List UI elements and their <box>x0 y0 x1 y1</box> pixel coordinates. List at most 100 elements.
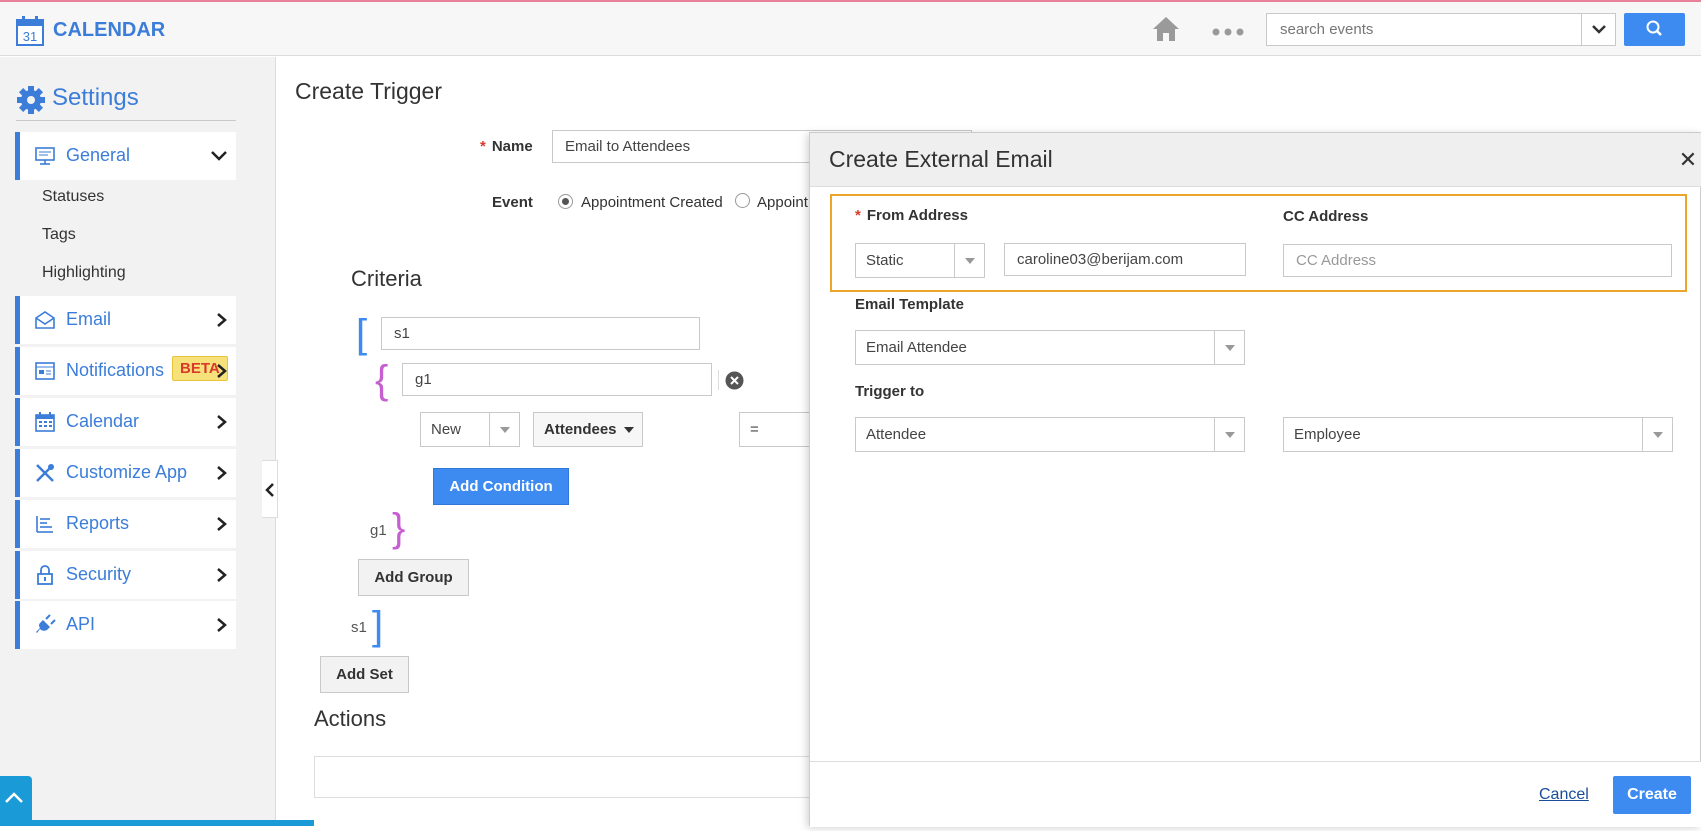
calendar-icon <box>35 412 55 432</box>
chevron-right-icon <box>217 517 227 531</box>
sidebar-item-label: Reports <box>66 513 130 533</box>
cc-address-label: CC Address <box>1283 208 1369 225</box>
settings-title: Settings <box>52 84 139 111</box>
chevron-up-icon <box>5 792 23 803</box>
caret-down-icon <box>624 427 634 433</box>
calendar-logo-icon[interactable]: 31 <box>16 16 44 46</box>
gear-icon <box>17 86 45 114</box>
sidebar-subitem-highlighting[interactable]: Highlighting <box>42 264 126 282</box>
group-name-field[interactable]: g1 <box>402 363 712 396</box>
more-options-icon[interactable] <box>1212 28 1244 36</box>
divider <box>718 370 719 390</box>
dialog-header: Create External Email ✕ <box>810 133 1701 187</box>
dropdown-arrow-icon <box>1214 418 1244 451</box>
condition-field-select[interactable]: New <box>420 412 520 447</box>
criteria-title: Criteria <box>351 266 422 291</box>
condition-operator-value: = <box>750 421 759 438</box>
from-type-value: Static <box>866 252 904 269</box>
group-close-brace: } <box>392 506 406 550</box>
email-template-select[interactable]: Email Attendee <box>855 330 1245 365</box>
app-title[interactable]: CALENDAR <box>53 19 165 42</box>
actions-panel <box>314 756 814 798</box>
event-radio-other[interactable] <box>735 193 750 208</box>
from-type-select[interactable]: Static <box>855 243 985 278</box>
sidebar-item-label: Security <box>66 564 132 584</box>
condition-field-value: New <box>431 421 462 438</box>
trigger-to-secondary-select[interactable]: Employee <box>1283 417 1673 452</box>
cancel-link[interactable]: Cancel <box>1539 786 1589 804</box>
dropdown-arrow-icon <box>1214 331 1244 364</box>
sidebar-subitem-tags[interactable]: Tags <box>42 226 76 244</box>
trigger-to-value: Attendee <box>866 426 927 443</box>
sidebar-item-api[interactable]: API <box>15 601 236 649</box>
group-open-brace: { <box>375 358 389 402</box>
sidebar-item-calendar[interactable]: Calendar <box>15 398 236 446</box>
settings-sidebar: Settings General Statuses Tags Highlight… <box>0 57 276 826</box>
add-set-button[interactable]: Add Set <box>320 656 409 693</box>
remove-group-icon[interactable] <box>725 371 744 390</box>
sidebar-subitem-statuses[interactable]: Statuses <box>42 188 104 206</box>
set-open-bracket: [ <box>356 312 368 356</box>
sidebar-item-security[interactable]: Security <box>15 551 236 599</box>
home-icon[interactable] <box>1151 15 1181 43</box>
top-bar: 31 CALENDAR <box>0 0 1701 56</box>
dropdown-arrow-icon <box>954 244 984 277</box>
cc-address-input[interactable]: CC Address <box>1283 244 1672 277</box>
trigger-to-secondary-value: Employee <box>1294 426 1361 443</box>
page-title: Create Trigger <box>295 78 443 104</box>
event-label: Event <box>492 194 533 211</box>
sidebar-item-email[interactable]: Email <box>15 296 236 344</box>
envelope-icon <box>35 311 55 329</box>
create-button[interactable]: Create <box>1613 776 1691 814</box>
chevron-right-icon <box>217 415 227 429</box>
set-close-label: s1 <box>351 619 367 636</box>
event-radio-created[interactable] <box>558 194 573 209</box>
sidebar-item-label: Email <box>66 309 112 329</box>
name-label: * Name <box>480 138 533 155</box>
logo-day: 31 <box>23 29 37 44</box>
chevron-down-icon <box>211 151 227 161</box>
event-option-created-label: Appointment Created <box>581 194 723 211</box>
search-filter-dropdown[interactable] <box>1581 14 1615 45</box>
scroll-to-top-button[interactable] <box>0 776 32 826</box>
search-icon <box>1646 20 1662 36</box>
condition-module-value: Attendees <box>544 421 617 438</box>
trigger-to-select[interactable]: Attendee <box>855 417 1245 452</box>
close-icon[interactable]: ✕ <box>1676 147 1700 172</box>
chevron-right-icon <box>217 466 227 480</box>
plug-icon <box>36 614 56 633</box>
search-button[interactable] <box>1624 13 1685 46</box>
chevron-left-icon <box>265 483 274 497</box>
trigger-to-label: Trigger to <box>855 383 925 400</box>
email-template-label: Email Template <box>855 296 964 313</box>
chevron-down-icon <box>1592 25 1606 34</box>
group-close-label: g1 <box>370 522 387 539</box>
search-input[interactable] <box>1267 14 1581 45</box>
sidebar-item-reports[interactable]: Reports <box>15 500 236 548</box>
name-label-text: Name <box>491 138 533 155</box>
set-close-bracket: ] <box>372 604 384 648</box>
sidebar-item-label: API <box>66 614 96 634</box>
tools-icon <box>36 464 54 482</box>
sidebar-collapse-toggle[interactable] <box>262 460 278 518</box>
email-template-value: Email Attendee <box>866 339 967 356</box>
add-condition-button[interactable]: Add Condition <box>433 468 569 505</box>
set-name-field[interactable]: s1 <box>381 317 700 350</box>
sidebar-item-label: Customize App <box>66 462 188 482</box>
sidebar-item-customize-app[interactable]: Customize App <box>15 449 236 497</box>
sidebar-item-notifications[interactable]: Notifications BETA <box>15 347 236 395</box>
from-address-label: * From Address <box>855 207 968 224</box>
condition-module-select[interactable]: Attendees <box>533 412 643 447</box>
chevron-right-icon <box>217 364 227 378</box>
dropdown-arrow-icon <box>489 413 519 446</box>
chevron-right-icon <box>217 568 227 582</box>
sidebar-item-general[interactable]: General <box>15 132 236 180</box>
from-address-field[interactable]: caroline03@berijam.com <box>1004 243 1246 276</box>
sidebar-item-label: General <box>66 145 131 165</box>
from-address-label-text: From Address <box>866 207 968 224</box>
sidebar-item-label: Notifications <box>66 360 165 380</box>
sidebar-item-label: Calendar <box>66 411 140 431</box>
condition-operator-select[interactable]: = <box>739 412 819 447</box>
add-group-button[interactable]: Add Group <box>358 559 469 596</box>
actions-title: Actions <box>314 706 387 731</box>
